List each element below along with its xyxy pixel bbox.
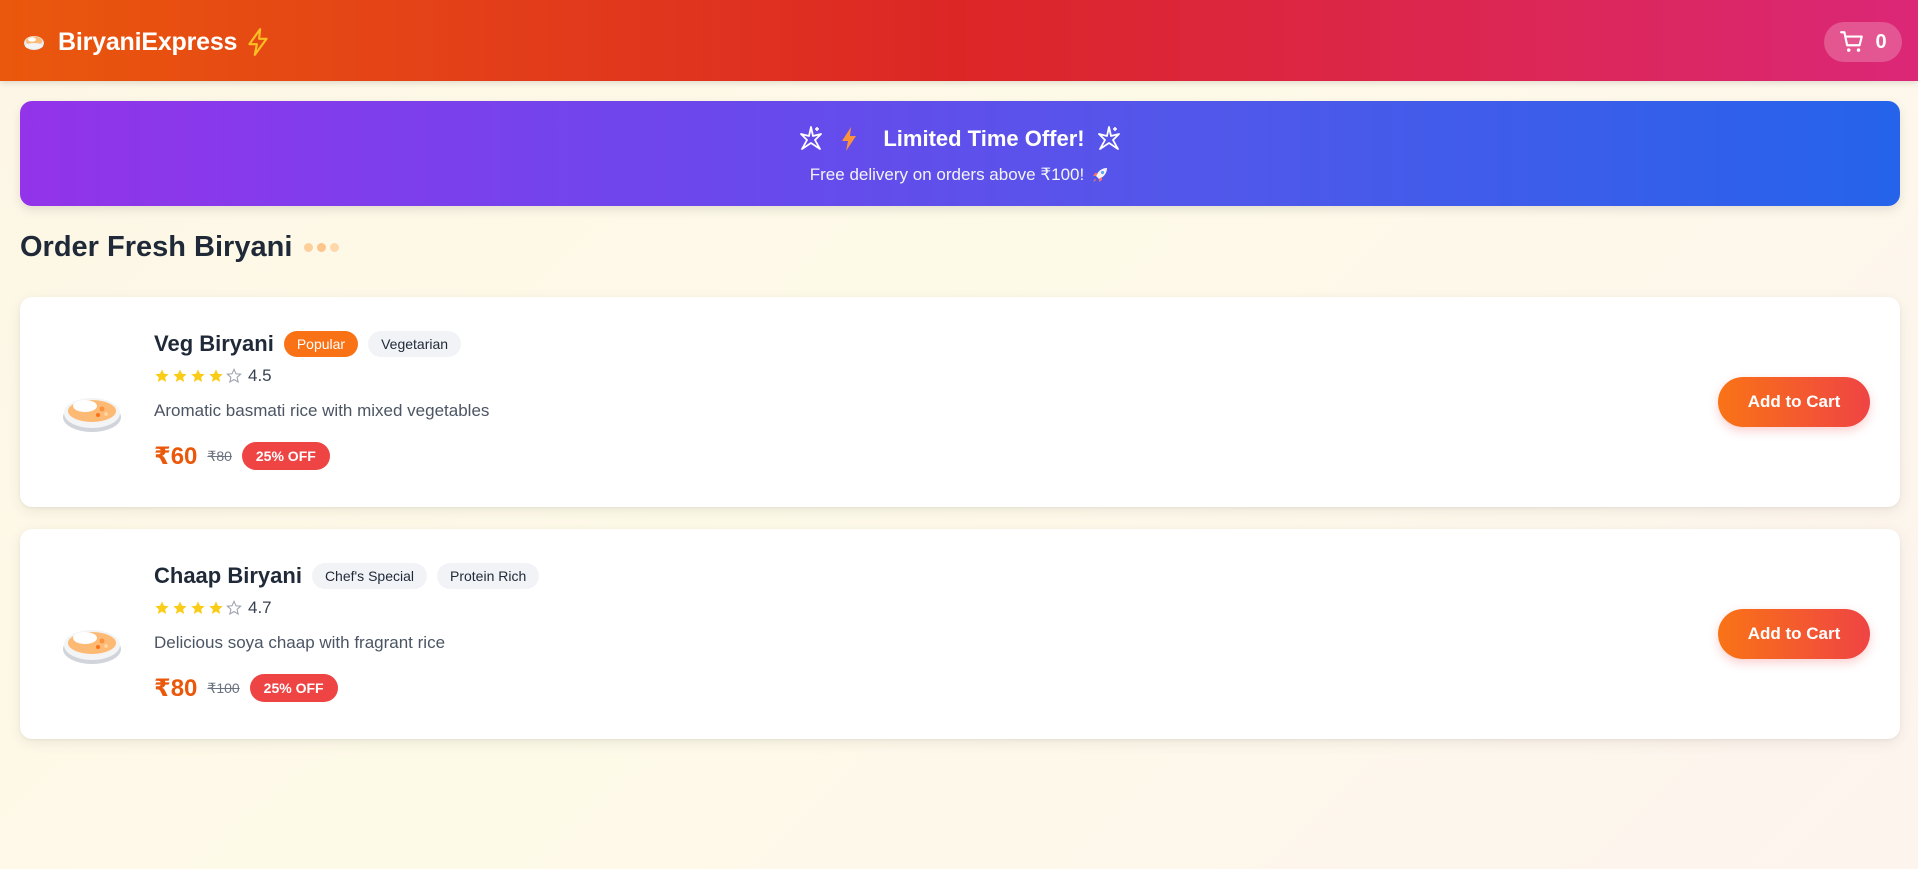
product-card: Veg Biryani Popular Vegetarian 4.5 Aroma… [20, 297, 1900, 507]
product-title-row: Chaap Biryani Chef's Special Protein Ric… [154, 561, 549, 591]
rating-value: 4.7 [248, 598, 272, 617]
discount-badge: 25% OFF [241, 442, 330, 470]
star-filled-icon [209, 601, 223, 614]
loading-dots [304, 242, 340, 252]
lightning-icon [248, 28, 268, 56]
promo-subtitle: Free delivery on orders above ₹100! [809, 165, 1085, 184]
discount-badge: 25% OFF [249, 674, 338, 702]
star-filled-icon [191, 369, 205, 382]
star-filled-icon [209, 369, 223, 382]
original-price: ₹80 [207, 447, 232, 464]
rating-value: 4.5 [248, 366, 272, 385]
star-filled-icon [155, 369, 169, 382]
star-empty-icon [226, 600, 242, 616]
add-to-cart-button[interactable]: Add to Cart [1718, 377, 1870, 427]
product-title-row: Veg Biryani Popular Vegetarian [154, 329, 489, 359]
star-rating [154, 600, 242, 616]
promo-banner: Limited Time Offer! Free delivery on ord… [20, 101, 1900, 206]
original-price: ₹100 [207, 679, 240, 696]
product-tag: Vegetarian [368, 331, 462, 357]
rating-row: 4.7 [154, 597, 549, 619]
app-header: BiryaniExpress 0 [0, 0, 1918, 81]
shopping-cart-icon [1840, 31, 1864, 52]
product-tag: Protein Rich [437, 563, 540, 589]
brand[interactable]: BiryaniExpress [22, 24, 271, 60]
cart-button[interactable]: 0 [1824, 22, 1902, 62]
star-filled-icon [191, 601, 205, 614]
brand-name: BiryaniExpress [58, 27, 238, 56]
product-tag: Chef's Special [311, 563, 427, 589]
biryani-bowl-icon [24, 36, 44, 50]
sparkle-icon [800, 126, 823, 150]
price-row: ₹80 ₹100 25% OFF [154, 673, 549, 703]
star-filled-icon [173, 601, 187, 614]
lightning-icon [842, 127, 857, 151]
sparkle-icon [1097, 126, 1120, 150]
rocket-icon [1093, 168, 1108, 182]
current-price: ₹80 [154, 674, 198, 702]
star-filled-icon [155, 601, 169, 614]
promo-subtitle-row: Free delivery on orders above ₹100! [20, 165, 1900, 185]
rating-row: 4.5 [154, 365, 489, 387]
biryani-dish-image [63, 630, 121, 664]
promo-title-row: Limited Time Offer! [20, 121, 1900, 157]
product-card: Chaap Biryani Chef's Special Protein Ric… [20, 529, 1900, 739]
dot [304, 242, 314, 252]
biryani-dish-image [63, 398, 121, 432]
star-empty-icon [226, 368, 242, 384]
cart-count: 0 [1875, 30, 1887, 53]
star-filled-icon [173, 369, 187, 382]
dot [317, 242, 327, 252]
product-details: Veg Biryani Popular Vegetarian 4.5 Aroma… [154, 329, 489, 471]
product-description: Aromatic basmati rice with mixed vegetab… [154, 401, 490, 420]
promo-title: Limited Time Offer! [883, 126, 1085, 151]
product-tag: Popular [283, 331, 359, 357]
star-rating [154, 368, 242, 384]
product-details: Chaap Biryani Chef's Special Protein Ric… [154, 561, 549, 703]
product-description: Delicious soya chaap with fragrant rice [154, 633, 446, 652]
section-title: Order Fresh Biryani [20, 230, 293, 263]
section-header: Order Fresh Biryani [20, 226, 340, 268]
dot [330, 242, 340, 252]
add-to-cart-button[interactable]: Add to Cart [1718, 609, 1870, 659]
product-name: Chaap Biryani [154, 563, 302, 588]
current-price: ₹60 [154, 442, 198, 470]
product-name: Veg Biryani [154, 331, 274, 356]
price-row: ₹60 ₹80 25% OFF [154, 441, 489, 471]
